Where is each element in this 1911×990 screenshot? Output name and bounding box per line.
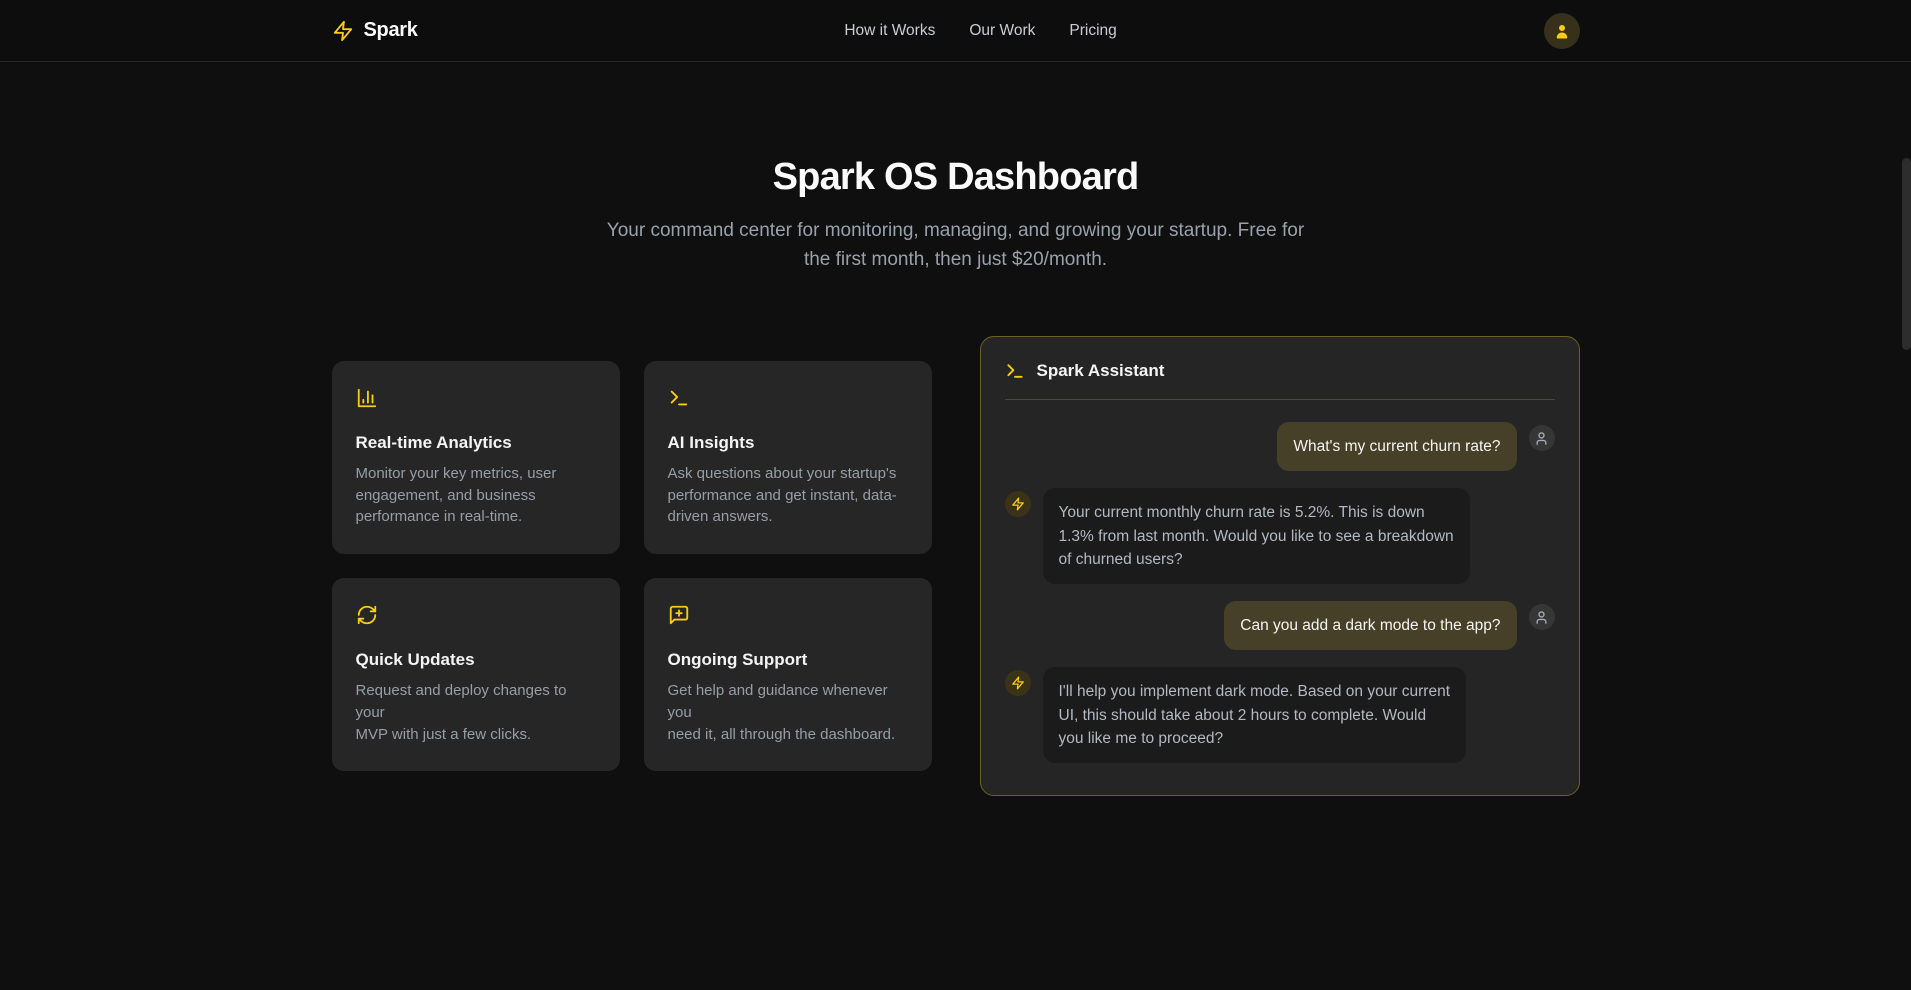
- nav-link-our-work[interactable]: Our Work: [969, 22, 1035, 40]
- feature-card-ongoing-support: Ongoing Support Get help and guidance wh…: [644, 578, 932, 771]
- top-nav-bar: Spark How it Works Our Work Pricing: [0, 0, 1911, 62]
- user-avatar: [1529, 604, 1555, 630]
- assistant-bubble: I'll help you implement dark mode. Based…: [1043, 667, 1467, 763]
- feature-description: Get help and guidance whenever you need …: [668, 680, 908, 745]
- nav-link-pricing[interactable]: Pricing: [1069, 22, 1116, 40]
- account-avatar-button[interactable]: [1544, 13, 1580, 49]
- chat-message-user: Can you add a dark mode to the app?: [1005, 601, 1555, 650]
- spark-assistant-panel: Spark Assistant What's my current churn …: [980, 336, 1580, 796]
- page-scrollbar-thumb[interactable]: [1902, 158, 1911, 350]
- user-bubble: Can you add a dark mode to the app?: [1224, 601, 1516, 650]
- user-bubble: What's my current churn rate?: [1277, 422, 1516, 471]
- refresh-icon: [356, 604, 596, 626]
- nav-link-how-it-works[interactable]: How it Works: [844, 22, 935, 40]
- assistant-panel-title: Spark Assistant: [1037, 361, 1165, 381]
- terminal-icon: [668, 387, 908, 409]
- feature-title: Ongoing Support: [668, 650, 908, 670]
- feature-description: Monitor your key metrics, user engagemen…: [356, 463, 596, 528]
- chat-message-user: What's my current churn rate?: [1005, 422, 1555, 471]
- feature-title: AI Insights: [668, 433, 908, 453]
- brand-logo[interactable]: Spark: [332, 19, 418, 42]
- chat-messages: What's my current churn rate? Your curre…: [1005, 422, 1555, 771]
- content-row: Real-time Analytics Monitor your key met…: [316, 336, 1596, 796]
- hero-section: Spark OS Dashboard Your command center f…: [0, 156, 1911, 274]
- user-avatar: [1529, 425, 1555, 451]
- feature-grid: Real-time Analytics Monitor your key met…: [332, 361, 932, 772]
- brand-name: Spark: [364, 19, 418, 42]
- feature-title: Real-time Analytics: [356, 433, 596, 453]
- chat-message-assistant: I'll help you implement dark mode. Based…: [1005, 667, 1555, 763]
- user-icon: [1553, 22, 1571, 40]
- chat-message-assistant: Your current monthly churn rate is 5.2%.…: [1005, 488, 1555, 584]
- main-nav: How it Works Our Work Pricing: [844, 22, 1116, 40]
- assistant-avatar-zap-icon: [1005, 491, 1031, 517]
- feature-card-ai-insights: AI Insights Ask questions about your sta…: [644, 361, 932, 554]
- feature-title: Quick Updates: [356, 650, 596, 670]
- assistant-panel-header: Spark Assistant: [1005, 361, 1555, 400]
- feature-description: Ask questions about your startup's perfo…: [668, 463, 908, 528]
- bar-chart-icon: [356, 387, 596, 409]
- assistant-avatar-zap-icon: [1005, 670, 1031, 696]
- page-title: Spark OS Dashboard: [0, 156, 1911, 199]
- message-square-plus-icon: [668, 604, 908, 626]
- feature-description: Request and deploy changes to your MVP w…: [356, 680, 596, 745]
- zap-icon: [332, 20, 354, 42]
- feature-card-quick-updates: Quick Updates Request and deploy changes…: [332, 578, 620, 771]
- assistant-bubble: Your current monthly churn rate is 5.2%.…: [1043, 488, 1470, 584]
- page-subtitle: Your command center for monitoring, mana…: [0, 217, 1911, 274]
- terminal-icon: [1005, 361, 1025, 381]
- feature-card-realtime-analytics: Real-time Analytics Monitor your key met…: [332, 361, 620, 554]
